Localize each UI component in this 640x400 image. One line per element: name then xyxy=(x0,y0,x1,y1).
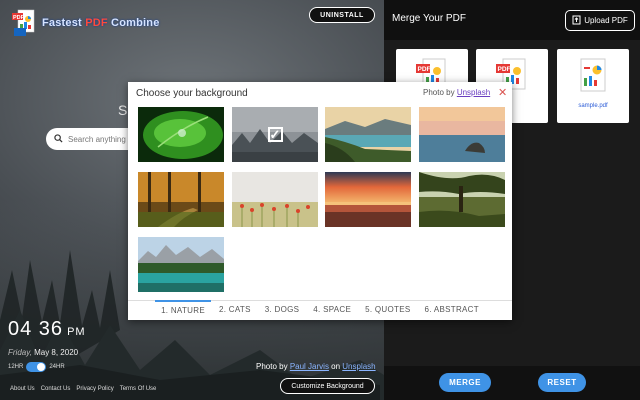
modal-photo-credit: Photo by Unsplash xyxy=(423,88,490,97)
category-tabs: 1. NATURE 2. CATS 3. DOGS 4. SPACE 5. QU… xyxy=(128,300,512,320)
pdf-logo-icon: PDF xyxy=(12,8,38,38)
checkmark-icon: ✓ xyxy=(267,127,283,142)
svg-text:PDF: PDF xyxy=(13,15,25,21)
app-logo-text: Fastest PDF Combine xyxy=(42,17,160,29)
svg-text:PDF: PDF xyxy=(418,66,431,73)
modal-title: Choose your background xyxy=(136,88,248,99)
background-chooser-modal: Choose your background Photo by Unsplash… xyxy=(128,82,512,320)
footer-link-terms[interactable]: Terms Of Use xyxy=(120,386,157,392)
toggle-knob xyxy=(37,363,46,371)
pdf-file-card[interactable]: sample.pdf xyxy=(557,49,629,123)
upload-icon xyxy=(572,15,581,27)
customize-background-button[interactable]: Customize Background xyxy=(280,378,375,394)
merge-panel-title: Merge Your PDF xyxy=(392,13,466,24)
reset-button[interactable]: RESET xyxy=(538,373,586,392)
photo-credit-on: on xyxy=(328,362,343,371)
tab-quotes[interactable]: 5. QUOTES xyxy=(359,301,416,320)
selected-checkmark: ✓ xyxy=(232,107,318,162)
search-icon xyxy=(54,130,63,148)
date-value: May 8, 2020 xyxy=(34,348,79,357)
background-thumbnail-tree-valley[interactable] xyxy=(419,172,505,227)
date-display: Friday, May 8, 2020 xyxy=(8,348,78,357)
svg-text:PDF: PDF xyxy=(498,66,511,73)
time-format-toggle[interactable] xyxy=(26,362,47,372)
background-thumbnail-sunset-sea[interactable] xyxy=(325,172,411,227)
search-heading-fragment: S xyxy=(118,102,128,118)
footer-link-contact[interactable]: Contact Us xyxy=(41,386,71,392)
background-thumbnail-leaf[interactable] xyxy=(138,107,224,162)
background-thumbnail-poppy-field[interactable] xyxy=(232,172,318,227)
footer-link-about[interactable]: About Us xyxy=(10,386,35,392)
modal-photo-credit-prefix: Photo by xyxy=(423,88,457,97)
merge-button[interactable]: MERGE xyxy=(439,373,491,392)
tab-nature[interactable]: 1. NATURE xyxy=(155,300,211,320)
photo-credit-author-link[interactable]: Paul Jarvis xyxy=(290,362,329,371)
tab-dogs[interactable]: 3. DOGS xyxy=(259,301,306,320)
photo-credit-prefix: Photo by xyxy=(256,362,290,371)
search-bar[interactable]: Search anything xyxy=(46,128,136,150)
toggle-12hr-label: 12HR xyxy=(8,364,24,370)
merge-panel-footer xyxy=(384,366,640,400)
upload-pdf-button[interactable]: Upload PDF xyxy=(565,10,635,31)
background-thumbnail-misty-forest-selected[interactable]: ✓ xyxy=(232,107,318,162)
photo-credit: Photo by Paul Jarvis on Unsplash xyxy=(256,362,376,371)
tab-cats[interactable]: 2. CATS xyxy=(213,301,257,320)
tab-abstract[interactable]: 6. ABSTRACT xyxy=(419,301,485,320)
clock-time: 04 36 xyxy=(8,318,64,340)
toggle-24hr-label: 24HR xyxy=(49,364,65,370)
photo-credit-site-link[interactable]: Unsplash xyxy=(342,362,375,371)
time-format-toggle-row: 12HR 24HR xyxy=(8,362,65,372)
footer-links: About Us Contact Us Privacy Policy Terms… xyxy=(10,386,156,392)
uninstall-button[interactable]: UNINSTALL xyxy=(309,7,375,23)
pdf-file-name: sample.pdf xyxy=(578,103,608,109)
pdf-file-icon xyxy=(580,58,606,92)
clock-ampm: PM xyxy=(67,326,86,338)
background-thumbnail-autumn-path[interactable] xyxy=(138,172,224,227)
footer-link-privacy[interactable]: Privacy Policy xyxy=(76,386,113,392)
upload-pdf-label: Upload PDF xyxy=(584,16,628,25)
background-thumbnail-mountain-lake[interactable] xyxy=(138,237,224,292)
tab-space[interactable]: 4. SPACE xyxy=(307,301,357,320)
background-thumbnail-sea-rock[interactable] xyxy=(419,107,505,162)
modal-unsplash-link[interactable]: Unsplash xyxy=(457,88,490,97)
app-logo: PDF Fastest PDF Combine xyxy=(12,8,160,38)
close-icon[interactable]: ✕ xyxy=(498,88,507,99)
weekday: Friday, xyxy=(8,348,35,357)
search-input[interactable]: Search anything xyxy=(68,135,126,144)
clock: 04 36 PM xyxy=(8,318,86,341)
background-thumbnail-lake-hills[interactable] xyxy=(325,107,411,162)
